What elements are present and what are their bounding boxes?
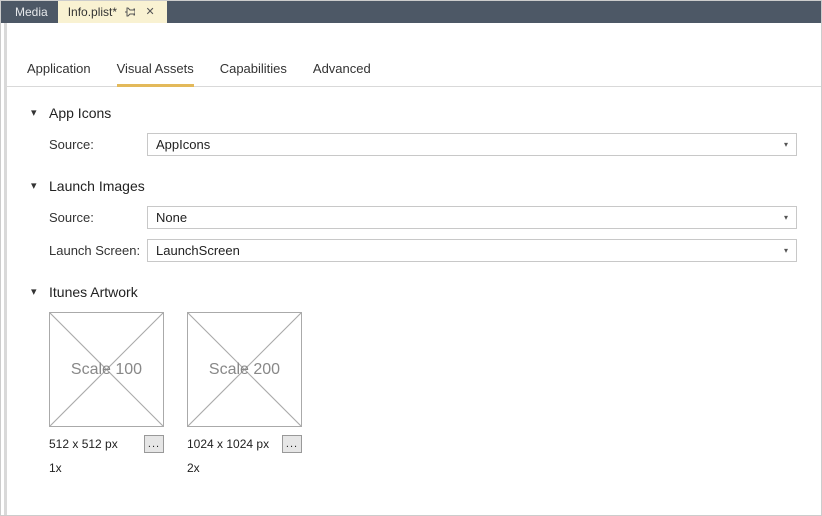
document-tabs: Media Info.plist* ✕ — [1, 1, 821, 23]
chevron-down-icon: ▾ — [31, 106, 41, 119]
editor-subtabs: Application Visual Assets Capabilities A… — [7, 45, 821, 87]
artwork-row: Scale 100 512 x 512 px ... 1x Scale 200 — [49, 312, 797, 475]
tab-info-plist[interactable]: Info.plist* ✕ — [58, 1, 167, 23]
artwork-scale-2x: 2x — [187, 461, 302, 475]
artwork-tile-1x: Scale 100 512 x 512 px ... 1x — [49, 312, 164, 475]
source-label: Source: — [49, 137, 147, 152]
subtab-advanced[interactable]: Advanced — [313, 61, 371, 86]
select-value: None — [156, 210, 187, 225]
close-icon[interactable]: ✕ — [143, 5, 157, 19]
section-title: Itunes Artwork — [49, 284, 138, 300]
browse-button-1x[interactable]: ... — [144, 435, 164, 453]
chevron-down-icon: ▾ — [784, 140, 788, 149]
chevron-down-icon: ▾ — [784, 213, 788, 222]
subtab-capabilities[interactable]: Capabilities — [220, 61, 287, 86]
chevron-down-icon: ▾ — [31, 179, 41, 192]
section-title: App Icons — [49, 105, 111, 121]
launch-screen-row: Launch Screen: LaunchScreen ▾ — [49, 239, 797, 262]
tab-label: Info.plist* — [68, 5, 117, 19]
section-header-app-icons[interactable]: ▾ App Icons — [31, 105, 797, 121]
app-icons-source-select[interactable]: AppIcons ▾ — [147, 133, 797, 156]
section-title: Launch Images — [49, 178, 145, 194]
section-header-launch-images[interactable]: ▾ Launch Images — [31, 178, 797, 194]
tab-label: Media — [15, 5, 48, 19]
select-value: AppIcons — [156, 137, 210, 152]
artwork-tile-2x: Scale 200 1024 x 1024 px ... 2x — [187, 312, 302, 475]
placeholder-label: Scale 100 — [71, 361, 142, 379]
artwork-placeholder-1x[interactable]: Scale 100 — [49, 312, 164, 427]
placeholder-label: Scale 200 — [209, 361, 280, 379]
subtab-application[interactable]: Application — [27, 61, 91, 86]
subtab-visual-assets[interactable]: Visual Assets — [117, 61, 194, 86]
app-icons-source-row: Source: AppIcons ▾ — [49, 133, 797, 156]
launch-screen-select[interactable]: LaunchScreen ▾ — [147, 239, 797, 262]
artwork-size-1x: 512 x 512 px — [49, 437, 118, 451]
artwork-scale-1x: 1x — [49, 461, 164, 475]
main-panel: Application Visual Assets Capabilities A… — [4, 23, 821, 515]
select-value: LaunchScreen — [156, 243, 240, 258]
launch-screen-label: Launch Screen: — [49, 243, 147, 258]
section-launch-images: ▾ Launch Images Source: None ▾ Launch Sc… — [31, 178, 797, 262]
tab-media[interactable]: Media — [5, 1, 58, 23]
section-itunes-artwork: ▾ Itunes Artwork Scale 100 512 x 512 px … — [31, 284, 797, 475]
chevron-down-icon: ▾ — [784, 246, 788, 255]
chevron-down-icon: ▾ — [31, 285, 41, 298]
artwork-placeholder-2x[interactable]: Scale 200 — [187, 312, 302, 427]
artwork-size-2x: 1024 x 1024 px — [187, 437, 269, 451]
pin-icon[interactable] — [123, 5, 137, 19]
launch-images-source-row: Source: None ▾ — [49, 206, 797, 229]
browse-button-2x[interactable]: ... — [282, 435, 302, 453]
launch-images-source-select[interactable]: None ▾ — [147, 206, 797, 229]
section-header-itunes-artwork[interactable]: ▾ Itunes Artwork — [31, 284, 797, 300]
section-app-icons: ▾ App Icons Source: AppIcons ▾ — [31, 105, 797, 156]
source-label: Source: — [49, 210, 147, 225]
content-area: ▾ App Icons Source: AppIcons ▾ ▾ Launch … — [7, 87, 821, 515]
editor-window: Media Info.plist* ✕ Application Visual A… — [0, 0, 822, 516]
